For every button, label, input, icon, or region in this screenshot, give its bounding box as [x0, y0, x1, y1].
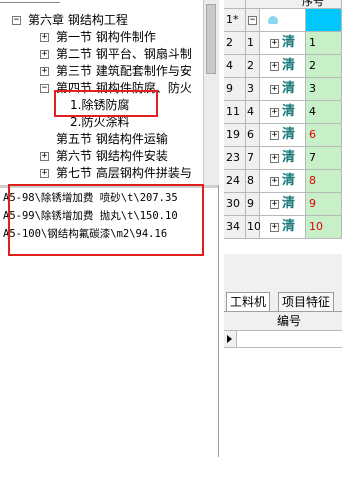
grid-cell-name[interactable]: + 清 — [260, 193, 306, 216]
expand-icon[interactable]: + — [40, 50, 49, 59]
grid-cell-seq[interactable]: 4 — [306, 101, 342, 124]
bill-type-label: 清 — [282, 35, 296, 50]
row-number: 2 — [224, 32, 246, 55]
grid-cell-name[interactable]: + 清 — [260, 32, 306, 55]
grid-cell-name[interactable]: + 清 — [260, 101, 306, 124]
expand-icon[interactable]: + — [270, 85, 279, 94]
row-number: 23 — [224, 147, 246, 170]
column-header-code: 编号 — [236, 312, 342, 331]
grid-gap — [224, 254, 342, 290]
left-panel: − 第六章 钢结构工程 + 第一节 钢构件制作 + 第二节 钢平台、钢扇斗制 +… — [0, 0, 219, 457]
bill-type-label: 清 — [282, 58, 296, 73]
tree-item-label: 第七节 高层钢构件拼装与 — [56, 166, 192, 180]
grid-corner — [224, 0, 246, 9]
highlight-box-list — [8, 184, 204, 256]
row-number: 24 — [224, 170, 246, 193]
tree-item-label: 第三节 建筑配套制作与安 — [56, 64, 192, 78]
bill-type-label: 清 — [282, 150, 296, 165]
grid-cell-name[interactable]: + 清 — [260, 78, 306, 101]
grid-cell: 8 — [246, 170, 260, 193]
right-panel: 序号 1* − 2 1 + 清 1 4 2 + 清 2 9 3 + 清 3 11 4 + 清 4 19 6 + 清 6 23 7 + 清… — [224, 0, 342, 479]
expand-icon[interactable]: + — [40, 169, 49, 178]
grid-cell-seq[interactable]: 8 — [306, 170, 342, 193]
collapse-icon[interactable]: − — [12, 16, 21, 25]
grid-cell-name[interactable]: + 清 — [260, 147, 306, 170]
grid-cell-seq[interactable]: 10 — [306, 216, 342, 239]
bill-type-label: 清 — [282, 81, 296, 96]
bill-type-label: 清 — [282, 219, 296, 234]
expand-icon[interactable]: + — [270, 200, 279, 209]
grid-cell-seq[interactable]: 3 — [306, 78, 342, 101]
expand-icon[interactable]: + — [270, 39, 279, 48]
expand-icon[interactable]: + — [270, 108, 279, 117]
grid-cell-name[interactable]: + 清 — [260, 170, 306, 193]
expand-icon[interactable]: + — [270, 62, 279, 71]
row-number: 1* — [224, 9, 246, 32]
grid-cell-seq[interactable]: 2 — [306, 55, 342, 78]
collapse-icon[interactable]: − — [248, 16, 257, 25]
row-number: 19 — [224, 124, 246, 147]
expand-icon[interactable]: + — [270, 223, 279, 232]
tab-item-features[interactable]: 项目特征 — [278, 292, 335, 312]
grid-cell[interactable] — [236, 331, 342, 348]
chapter-tree: − 第六章 钢结构工程 + 第一节 钢构件制作 + 第二节 钢平台、钢扇斗制 +… — [0, 0, 203, 185]
tree-scrollbar[interactable] — [203, 0, 219, 185]
grid-cell — [260, 9, 306, 32]
bill-type-label: 清 — [282, 127, 296, 142]
tree-item-label: 第五节 钢结构件运输 — [56, 132, 168, 146]
expand-icon[interactable]: + — [270, 177, 279, 186]
expand-icon[interactable]: + — [40, 152, 49, 161]
row-number: 4 — [224, 55, 246, 78]
expand-icon[interactable]: + — [270, 131, 279, 140]
grid-cell: 1 — [246, 32, 260, 55]
grid-cell: 7 — [246, 147, 260, 170]
grid-cell: 3 — [246, 78, 260, 101]
bullet-icon — [268, 16, 278, 24]
grid-cell-name[interactable]: + 清 — [260, 216, 306, 239]
tree-item-label: 第一节 钢构件制作 — [56, 30, 156, 44]
scrollbar-thumb[interactable] — [206, 4, 216, 74]
grid-cell-seq[interactable]: 9 — [306, 193, 342, 216]
row-number: 11 — [224, 101, 246, 124]
tree-item-label: 第六节 钢结构件安装 — [56, 149, 168, 163]
tree-item-label: 第六章 钢结构工程 — [28, 13, 128, 27]
grid-cell-seq[interactable]: 6 — [306, 124, 342, 147]
grid-header-strip: 序号 — [246, 0, 342, 9]
grid-cell: 10 — [246, 216, 261, 239]
row-pointer-icon — [227, 335, 232, 343]
bill-grid: 序号 1* − 2 1 + 清 1 4 2 + 清 2 9 3 + 清 3 11 4 + 清 4 19 6 + 清 6 23 7 + 清… — [224, 0, 342, 254]
grid-cell: 4 — [246, 101, 260, 124]
bill-type-label: 清 — [282, 196, 296, 211]
grid-cell-header-highlight — [306, 9, 342, 32]
expand-icon[interactable]: + — [40, 67, 49, 76]
grid-cell-name[interactable]: + 清 — [260, 55, 306, 78]
grid-cell-seq[interactable]: 1 — [306, 32, 342, 55]
row-number: 34 — [224, 216, 246, 239]
expand-icon[interactable]: + — [270, 154, 279, 163]
bill-type-label: 清 — [282, 104, 296, 119]
grid-cell: 2 — [246, 55, 260, 78]
resource-grid: 编号 — [224, 311, 342, 479]
row-number: 30 — [224, 193, 246, 216]
grid-cell-name[interactable]: + 清 — [260, 124, 306, 147]
row-number: 9 — [224, 78, 246, 101]
highlight-box-tree — [54, 90, 158, 117]
grid-cell-seq[interactable]: 7 — [306, 147, 342, 170]
grid-cell: 9 — [246, 193, 260, 216]
bill-type-label: 清 — [282, 173, 296, 188]
collapse-icon[interactable]: − — [40, 84, 49, 93]
grid-cell: − — [246, 9, 260, 32]
tab-labor-material[interactable]: 工料机 — [226, 292, 271, 312]
tree-top-stub — [0, 0, 60, 3]
expand-icon[interactable]: + — [40, 33, 49, 42]
tree-item-label: 第二节 钢平台、钢扇斗制 — [56, 47, 192, 61]
grid-cell: 6 — [246, 124, 260, 147]
